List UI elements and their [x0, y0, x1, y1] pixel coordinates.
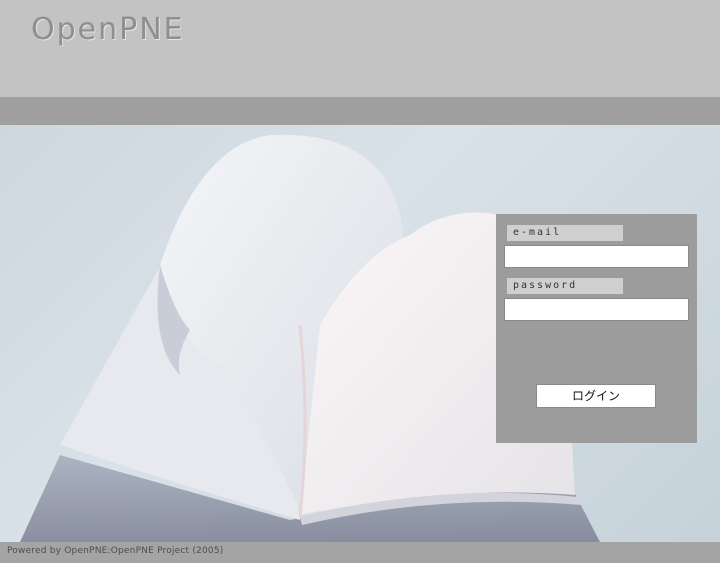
site-logo[interactable]: OpenPNE	[31, 12, 185, 47]
login-button[interactable]: ログイン	[536, 384, 656, 408]
header: OpenPNE	[0, 0, 720, 97]
footer-credit: Powered by OpenPNE:OpenPNE Project (2005…	[7, 546, 224, 556]
email-field[interactable]	[504, 245, 689, 268]
footer: Powered by OpenPNE:OpenPNE Project (2005…	[0, 542, 720, 563]
email-label: e-mail	[507, 225, 623, 241]
login-panel: e-mail password ログイン	[496, 214, 697, 443]
header-band	[0, 97, 720, 125]
password-label: password	[507, 278, 623, 294]
password-field[interactable]	[504, 298, 689, 321]
